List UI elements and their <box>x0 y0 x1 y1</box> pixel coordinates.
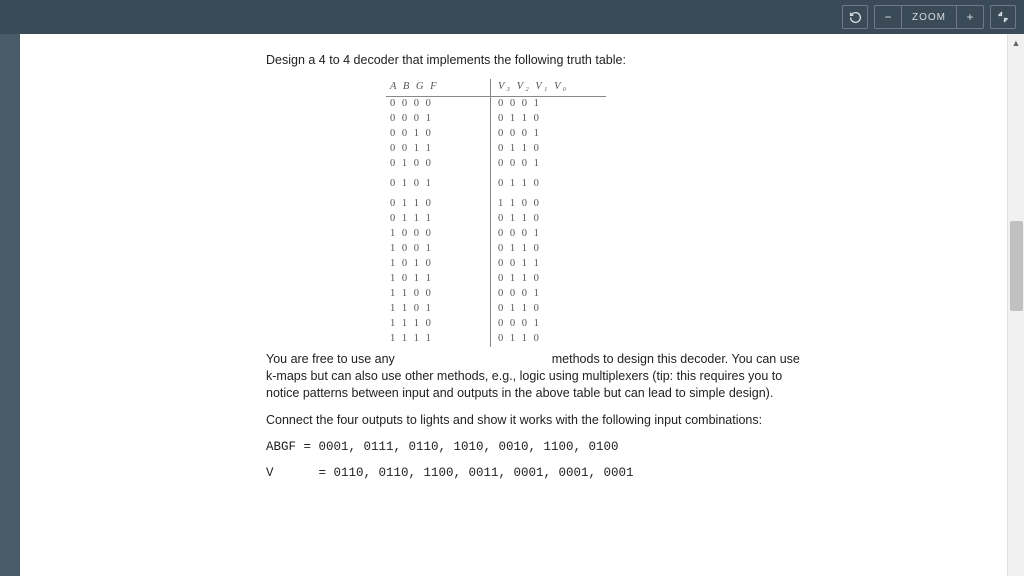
row-outputs: 0 1 1 0 <box>486 112 586 126</box>
zoom-out-button[interactable]: − <box>875 6 901 28</box>
vertical-scrollbar[interactable]: ▲ <box>1007 34 1024 576</box>
reload-button[interactable] <box>842 5 868 29</box>
reload-icon <box>849 11 862 24</box>
scroll-thumb[interactable] <box>1010 221 1023 311</box>
v-values: V = 0110, 0110, 1100, 0011, 0001, 0001, … <box>266 465 810 482</box>
zoom-control: − ZOOM + <box>874 5 984 29</box>
row-inputs: 1 0 1 1 <box>386 272 486 286</box>
row-outputs: 0 1 1 0 <box>486 272 586 286</box>
row-inputs: 0 1 1 1 <box>386 212 486 226</box>
table-row: 1 1 0 10 1 1 0 <box>386 302 606 317</box>
table-row: 1 1 1 10 1 1 0 <box>386 332 606 347</box>
table-row: 0 0 1 00 0 0 1 <box>386 127 606 142</box>
header-outputs: V₃ V₂ V₁ V₀ <box>486 80 586 94</box>
document-content: Design a 4 to 4 decoder that implements … <box>20 34 810 482</box>
connect-outputs-paragraph: Connect the four outputs to lights and s… <box>266 412 810 429</box>
row-outputs: 1 1 0 0 <box>486 197 586 211</box>
table-row: 0 1 0 10 1 1 0 <box>386 177 606 192</box>
row-inputs: 1 1 0 1 <box>386 302 486 316</box>
table-header: A B G F V₃ V₂ V₁ V₀ <box>386 79 606 97</box>
row-outputs: 0 1 1 0 <box>486 177 586 191</box>
problem-statement: Design a 4 to 4 decoder that implements … <box>266 52 810 69</box>
row-inputs: 1 0 1 0 <box>386 257 486 271</box>
table-row: 1 1 0 00 0 0 1 <box>386 287 606 302</box>
header-inputs: A B G F <box>386 80 486 94</box>
table-row: 0 1 1 01 1 0 0 <box>386 197 606 212</box>
row-inputs: 0 0 1 0 <box>386 127 486 141</box>
table-row: 1 0 0 00 0 0 1 <box>386 227 606 242</box>
row-outputs: 0 1 1 0 <box>486 332 586 346</box>
row-inputs: 1 0 0 0 <box>386 227 486 241</box>
row-outputs: 0 1 1 0 <box>486 142 586 156</box>
row-outputs: 0 1 1 0 <box>486 242 586 256</box>
para2-lead: You are free to use any <box>266 352 395 366</box>
row-inputs: 1 1 0 0 <box>386 287 486 301</box>
table-body: 0 0 0 00 0 0 10 0 0 10 1 1 00 0 1 00 0 0… <box>386 97 606 347</box>
row-inputs: 0 0 1 1 <box>386 142 486 156</box>
row-inputs: 0 0 0 0 <box>386 97 486 111</box>
row-inputs: 1 1 1 0 <box>386 317 486 331</box>
row-inputs: 1 0 0 1 <box>386 242 486 256</box>
table-row: 0 0 0 00 0 0 1 <box>386 97 606 112</box>
row-outputs: 0 0 0 1 <box>486 97 586 111</box>
row-outputs: 0 0 0 1 <box>486 227 586 241</box>
table-vertical-divider <box>490 79 491 347</box>
row-inputs: 0 1 1 0 <box>386 197 486 211</box>
row-outputs: 0 0 0 1 <box>486 157 586 171</box>
table-row: 1 0 1 10 1 1 0 <box>386 272 606 287</box>
scroll-track[interactable] <box>1008 51 1024 576</box>
table-row: 1 0 0 10 1 1 0 <box>386 242 606 257</box>
row-inputs: 0 1 0 0 <box>386 157 486 171</box>
row-outputs: 0 0 1 1 <box>486 257 586 271</box>
row-outputs: 0 1 1 0 <box>486 302 586 316</box>
design-freedom-paragraph: You are free to use any methods to desig… <box>266 351 810 402</box>
table-row: 0 0 0 10 1 1 0 <box>386 112 606 127</box>
zoom-label[interactable]: ZOOM <box>901 6 957 28</box>
row-outputs: 0 0 0 1 <box>486 127 586 141</box>
viewer-toolbar: − ZOOM + <box>0 0 1024 34</box>
collapse-icon <box>997 11 1009 23</box>
row-inputs: 1 1 1 1 <box>386 332 486 346</box>
table-row: 0 1 0 00 0 0 1 <box>386 157 606 172</box>
table-row: 0 0 1 10 1 1 0 <box>386 142 606 157</box>
document-page: Design a 4 to 4 decoder that implements … <box>20 34 1007 576</box>
page-gutter <box>0 34 20 576</box>
minus-icon: − <box>884 10 891 24</box>
document-viewport: Design a 4 to 4 decoder that implements … <box>0 34 1024 576</box>
row-outputs: 0 1 1 0 <box>486 212 586 226</box>
zoom-in-button[interactable]: + <box>957 6 983 28</box>
table-row: 1 0 1 00 0 1 1 <box>386 257 606 272</box>
plus-icon: + <box>966 10 973 24</box>
table-row: 1 1 1 00 0 0 1 <box>386 317 606 332</box>
row-outputs: 0 0 0 1 <box>486 317 586 331</box>
row-inputs: 0 0 0 1 <box>386 112 486 126</box>
collapse-button[interactable] <box>990 5 1016 29</box>
row-inputs: 0 1 0 1 <box>386 177 486 191</box>
scroll-up-button[interactable]: ▲ <box>1008 34 1024 51</box>
row-outputs: 0 0 0 1 <box>486 287 586 301</box>
table-row: 0 1 1 10 1 1 0 <box>386 212 606 227</box>
abgf-values: ABGF = 0001, 0111, 0110, 1010, 0010, 110… <box>266 439 810 456</box>
truth-table: A B G F V₃ V₂ V₁ V₀ 0 0 0 00 0 0 10 0 0 … <box>386 79 606 347</box>
